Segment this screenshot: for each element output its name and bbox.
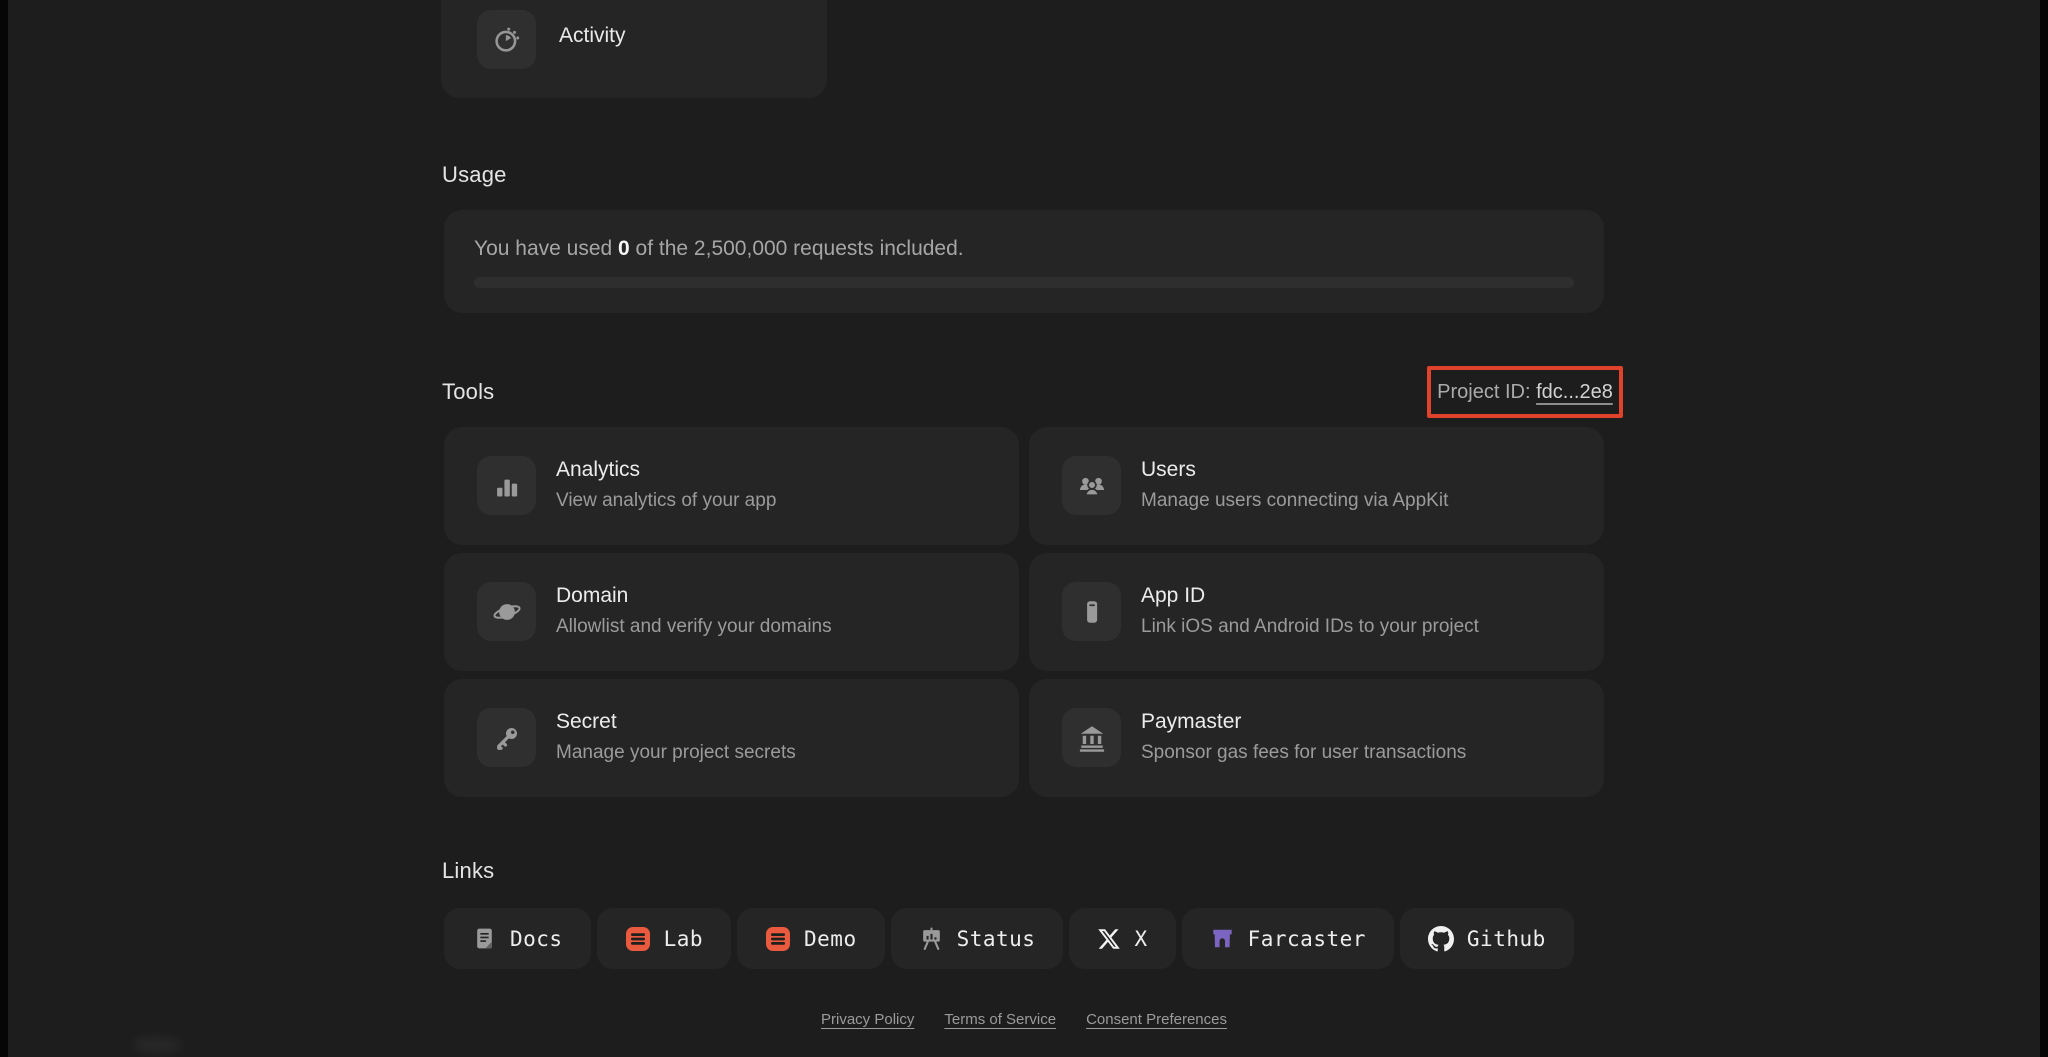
link-button-label: Demo [804,926,857,951]
phone-icon [1062,582,1121,641]
link-button-label: Farcaster [1247,926,1366,951]
link-button-label: X [1134,926,1148,951]
key-icon [477,708,536,767]
project-id-highlight: Project ID: fdc...2e8 [1427,366,1623,418]
screen-right-edge [2040,0,2048,1057]
tool-card-users[interactable]: Users Manage users connecting via AppKit [1029,427,1604,545]
usage-text-prefix: You have used [474,237,619,260]
users-icon [1062,456,1121,515]
link-button-docs[interactable]: Docs [444,908,591,969]
link-button-lab[interactable]: Lab [596,908,732,969]
tool-card-subtitle: Sponsor gas fees for user transactions [1141,742,1467,763]
tool-card-subtitle: View analytics of your app [556,490,777,511]
tool-card-subtitle: Link iOS and Android IDs to your project [1141,616,1479,637]
link-button-label: Status [956,926,1036,951]
farcaster-logo-icon [1210,926,1235,951]
activity-card-label: Activity [559,24,626,47]
activity-card[interactable]: Activity [441,0,827,98]
reown-logo-icon [765,926,791,952]
screen-left-edge [0,0,8,1057]
link-button-github[interactable]: Github [1399,908,1574,969]
tool-card-title: Paymaster [1141,710,1242,733]
footer-link-consent-preferences[interactable]: Consent Preferences [1086,1011,1227,1028]
cursor-smudge [132,1037,182,1053]
docs-icon [472,926,497,951]
tool-card-subtitle: Allowlist and verify your domains [556,616,832,637]
x-logo-icon [1097,927,1121,951]
tool-card-app-id[interactable]: App ID Link iOS and Android IDs to your … [1029,553,1604,671]
planet-icon [477,582,536,641]
project-id-badge[interactable]: Project ID: fdc...2e8 [1437,381,1613,404]
link-button-farcaster[interactable]: Farcaster [1181,908,1394,969]
tool-card-domain[interactable]: Domain Allowlist and verify your domains [444,553,1019,671]
link-button-demo[interactable]: Demo [737,908,885,969]
tool-card-title: Domain [556,584,629,607]
links-row: Docs Lab Demo Status X Farcaster Github [444,908,1574,969]
usage-summary-text: You have used 0 of the 2,500,000 request… [474,237,964,261]
usage-progress-bar [474,277,1574,288]
usage-text-suffix: of the 2,500,000 requests included. [629,237,964,260]
tools-grid: Analytics View analytics of your app Use… [444,427,1604,797]
tool-card-subtitle: Manage users connecting via AppKit [1141,490,1449,511]
tools-heading: Tools [442,379,495,404]
tool-card-secret[interactable]: Secret Manage your project secrets [444,679,1019,797]
footer: Privacy Policy Terms of Service Consent … [0,1011,2048,1028]
bar-chart-icon [477,456,536,515]
tool-card-analytics[interactable]: Analytics View analytics of your app [444,427,1019,545]
reown-logo-icon [625,926,651,952]
usage-used-value: 0 [618,237,630,260]
tool-card-subtitle: Manage your project secrets [556,742,796,763]
usage-heading: Usage [442,162,507,187]
project-id-value[interactable]: fdc...2e8 [1536,381,1613,403]
usage-card: You have used 0 of the 2,500,000 request… [444,210,1604,313]
bank-icon [1062,708,1121,767]
footer-link-privacy-policy[interactable]: Privacy Policy [821,1011,914,1028]
link-button-x[interactable]: X [1069,908,1176,969]
tool-card-title: Analytics [556,458,641,481]
github-logo-icon [1427,925,1454,952]
links-heading: Links [442,858,495,883]
link-button-label: Github [1466,926,1546,951]
footer-link-terms-of-service[interactable]: Terms of Service [944,1011,1056,1028]
link-button-status[interactable]: Status [890,908,1064,969]
project-id-label: Project ID: [1437,380,1537,403]
tool-card-paymaster[interactable]: Paymaster Sponsor gas fees for user tran… [1029,679,1604,797]
tool-card-title: Secret [556,710,617,733]
link-button-label: Docs [510,926,563,951]
tool-card-title: Users [1141,458,1196,481]
link-button-label: Lab [663,926,704,951]
tool-card-title: App ID [1141,584,1206,607]
status-board-icon [919,926,944,951]
timer-icon [477,10,536,69]
